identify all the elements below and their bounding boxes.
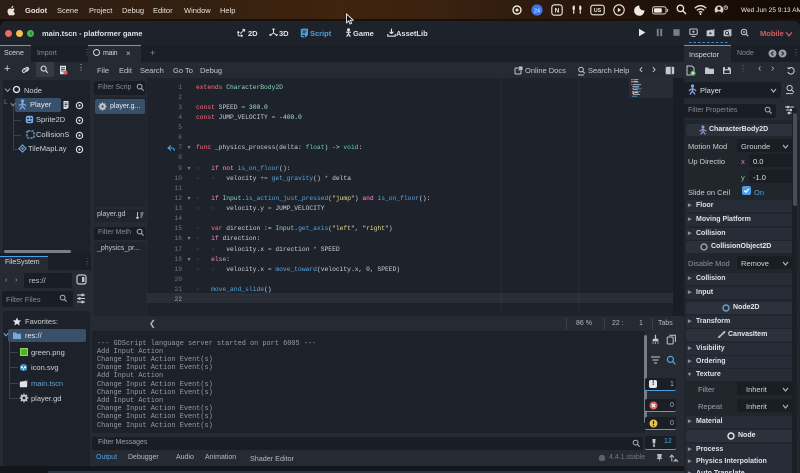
svg-text:US: US bbox=[594, 8, 602, 14]
svg-text:24: 24 bbox=[534, 8, 540, 14]
svg-text:N: N bbox=[555, 8, 560, 15]
